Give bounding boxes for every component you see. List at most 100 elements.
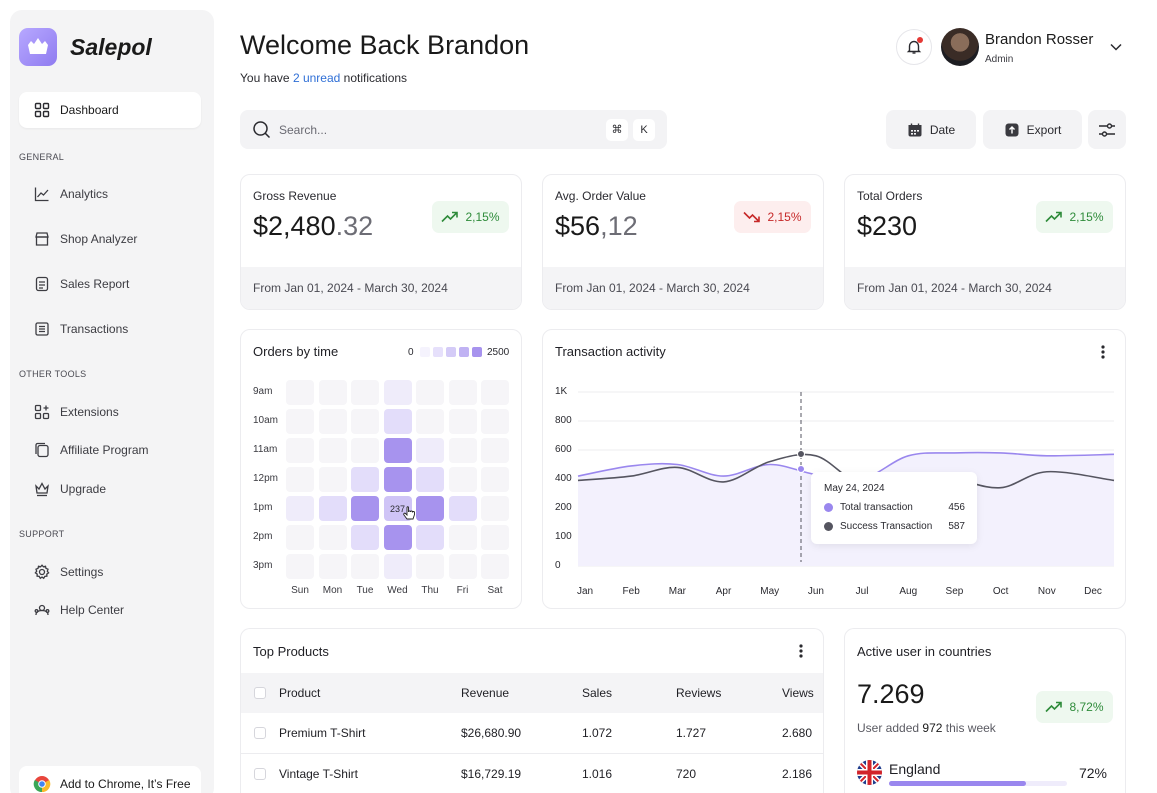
uk-flag-icon [857,760,882,785]
filter-button[interactable] [1088,110,1126,149]
table-row[interactable]: Premium T-Shirt $26,680.90 1.072 1.727 2… [241,713,823,754]
heatmap-cell[interactable] [383,467,412,492]
heatmap-cell[interactable] [448,467,477,492]
heatmap-cell[interactable] [481,467,509,492]
heatmap-cell[interactable] [416,496,444,521]
more-options-icon[interactable] [793,643,809,659]
add-to-chrome-button[interactable]: Add to Chrome, It’s Free [19,766,201,793]
heatmap-cell[interactable] [448,554,477,579]
brand[interactable]: Salepol [19,28,152,66]
heatmap-cell[interactable] [318,438,347,463]
row-checkbox[interactable] [254,768,266,780]
sidebar-item-label: Transactions [60,322,129,336]
sidebar-item-affiliate-program[interactable]: Affiliate Program [19,432,201,468]
row-checkbox[interactable] [254,727,266,739]
heatmap-cell[interactable] [318,467,347,492]
heatmap-cell[interactable] [448,525,477,550]
heatmap-cell[interactable] [286,438,314,463]
heatmap-cell[interactable] [286,554,314,579]
sales-cell: 1.016 [582,767,613,781]
export-button-label: Export [1026,122,1062,137]
heatmap-cell[interactable] [286,380,314,405]
heatmap-cell[interactable] [481,496,509,521]
heatmap-cell[interactable] [351,525,379,550]
heatmap-cell[interactable] [448,496,477,521]
reviews-cell: 720 [676,767,697,781]
heatmap-cell[interactable] [448,380,477,405]
sidebar-item-dashboard[interactable]: Dashboard [19,92,201,128]
views-cell: 2.186 [782,767,813,781]
heatmap-col-label: Mon [322,585,343,596]
heatmap-cell[interactable] [383,554,412,579]
heatmap-cell[interactable] [286,496,314,521]
heatmap-cell[interactable] [383,380,412,405]
heatmap-cell[interactable] [286,409,314,434]
section-support: SUPPORT [19,529,65,539]
heatmap-cell[interactable] [351,438,379,463]
sidebar-item-shop-analyzer[interactable]: Shop Analyzer [19,221,201,257]
heatmap-cell[interactable] [383,525,412,550]
user-name[interactable]: Brandon Rosser [985,31,1093,48]
sidebar-item-extensions[interactable]: Extensions [19,394,201,430]
column-header[interactable]: Product [279,686,320,700]
sidebar-item-sales-report[interactable]: Sales Report [19,266,201,302]
panel-title: Orders by time [253,344,339,359]
heatmap-cell[interactable] [318,554,347,579]
stat-card-gross-revenue: Gross Revenue $2,480.32 2,15% From Jan 0… [240,174,522,310]
heatmap-cell[interactable] [351,496,379,521]
sidebar-item-upgrade[interactable]: Upgrade [19,471,201,507]
heatmap-cell[interactable] [286,525,314,550]
heatmap-cell[interactable] [383,409,412,434]
heatmap-cell[interactable] [481,438,509,463]
heatmap-cell[interactable] [481,409,509,434]
heatmap-cell[interactable] [351,467,379,492]
avatar[interactable] [941,28,979,66]
column-header[interactable]: Revenue [461,686,509,700]
heatmap-cell[interactable] [416,409,444,434]
select-all-checkbox[interactable] [254,687,266,699]
sidebar-item-transactions[interactable]: Transactions [19,311,201,347]
heatmap-cell[interactable] [416,438,444,463]
heatmap-cell[interactable] [351,554,379,579]
column-header[interactable]: Reviews [676,686,721,700]
date-button[interactable]: Date [886,110,976,149]
table-row[interactable]: Vintage T-Shirt $16,729.19 1.016 720 2.1… [241,754,823,793]
extensions-icon [33,403,51,421]
heatmap-cell[interactable] [383,438,412,463]
unread-notifications-link[interactable]: 2 unread [293,71,340,85]
heat-legend-scale [420,347,482,357]
export-button[interactable]: Export [983,110,1082,149]
heatmap-cell[interactable] [481,525,509,550]
heatmap-cell[interactable] [318,525,347,550]
gear-icon [33,563,51,581]
heatmap-cell[interactable] [481,380,509,405]
heatmap-cell[interactable] [318,409,347,434]
heatmap-cell[interactable] [481,554,509,579]
notification-summary: You have 2 unread notifications [240,71,407,85]
heatmap-cell[interactable] [286,467,314,492]
column-header[interactable]: Sales [582,686,612,700]
sidebar-item-help-center[interactable]: Help Center [19,592,201,628]
heatmap-cell[interactable] [351,409,379,434]
heatmap-cell[interactable] [351,380,379,405]
heatmap-cell[interactable] [318,380,347,405]
chevron-down-icon[interactable] [1109,40,1123,59]
heatmap-cell[interactable] [448,409,477,434]
sidebar-item-settings[interactable]: Settings [19,554,201,590]
trend-badge: 8,72% [1036,691,1113,723]
search-bar[interactable]: Search... ⌘ K [240,110,667,149]
search-input[interactable]: Search... [279,123,606,137]
sidebar-item-analytics[interactable]: Analytics [19,176,201,212]
heatmap-cell[interactable] [448,438,477,463]
notifications-button[interactable] [896,29,932,65]
heatmap-cell[interactable] [416,380,444,405]
heatmap-cell[interactable] [416,467,444,492]
heatmap-cell[interactable] [416,554,444,579]
stat-period: From Jan 01, 2024 - March 30, 2024 [543,267,823,309]
heatmap-cell[interactable] [318,496,347,521]
views-cell: 2.680 [782,726,813,740]
column-header[interactable]: Views [782,686,814,700]
transaction-line-chart [577,391,1115,567]
heatmap-cell[interactable] [416,525,444,550]
trend-badge: 2,15% [432,201,509,233]
